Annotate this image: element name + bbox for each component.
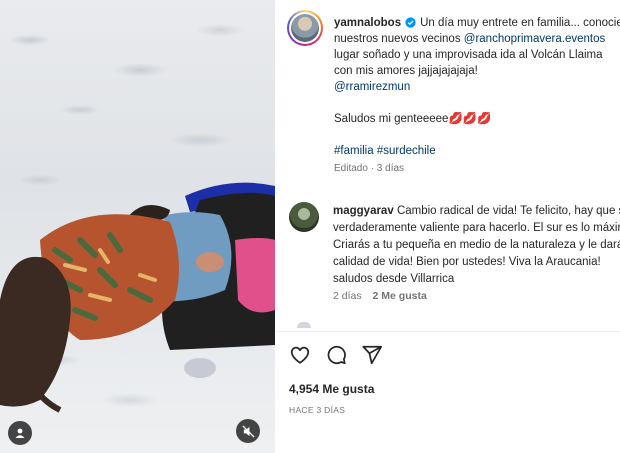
- edited-timestamp: Editado · 3 días: [334, 163, 405, 174]
- tag-user-button[interactable]: [8, 421, 32, 445]
- caption-greeting: Saludos mi genteeeee💋💋💋: [334, 113, 492, 125]
- avatar-photo: [291, 14, 319, 42]
- comment-line-5: saludos desde Villarrica: [333, 273, 455, 285]
- comment-icon: [327, 345, 346, 365]
- mute-button[interactable]: [236, 419, 260, 443]
- post-actions: 4,954 Me gusta HACE 3 DÍAS: [275, 331, 620, 453]
- comment-avatar[interactable]: [289, 202, 319, 232]
- share-button[interactable]: [361, 344, 383, 366]
- speaker-muted-icon: [241, 424, 255, 438]
- user-tag-icon: [15, 428, 25, 438]
- heart-icon: [290, 346, 310, 364]
- video-frame: [0, 182, 275, 413]
- post-username[interactable]: yamnalobos: [334, 17, 401, 29]
- post-media[interactable]: [0, 0, 275, 453]
- caption-line-1: Un día muy entrete en familia... conocie…: [420, 17, 620, 29]
- caption-line-2: nuestros nuevos vecinos: [334, 33, 461, 45]
- caption-line-3: lugar soñado y una improvisada ida al Vo…: [334, 49, 603, 61]
- next-comment-avatar: [297, 322, 311, 328]
- share-icon: [362, 345, 383, 365]
- comment-age: 2 días: [333, 290, 362, 302]
- comment-button[interactable]: [325, 344, 347, 366]
- verified-badge-icon: [405, 17, 416, 28]
- caption-line-4: con mis amores jajjajajajaja!: [334, 65, 478, 77]
- comment-likes[interactable]: 2 Me gusta: [373, 290, 427, 302]
- post-timestamp: HACE 3 DÍAS: [289, 405, 346, 415]
- hashtags-link[interactable]: #familia #surdechile: [334, 143, 620, 159]
- comment-line-1: Cambio radical de vida! Te felicito, hay…: [396, 205, 620, 217]
- comment-line-4: calidad de vida! Bien por ustedes! Viva …: [333, 256, 601, 268]
- likes-count[interactable]: 4,954 Me gusta: [289, 382, 374, 396]
- comment-line-3: Criarás a tu pequeña en medio de la natu…: [333, 239, 620, 251]
- like-button[interactable]: [289, 344, 311, 366]
- mention-link-user[interactable]: @rramirezmun: [334, 79, 620, 95]
- comment-username[interactable]: maggyarav: [333, 205, 394, 217]
- avatar[interactable]: [287, 10, 323, 46]
- post-details-panel: yamnalobos Un día muy entrete en familia.…: [275, 0, 620, 453]
- comment-line-2: verdaderamente valiente para hacerlo. El…: [333, 222, 620, 234]
- mention-link-ranch[interactable]: @ranchoprimavera.eventos: [464, 33, 605, 45]
